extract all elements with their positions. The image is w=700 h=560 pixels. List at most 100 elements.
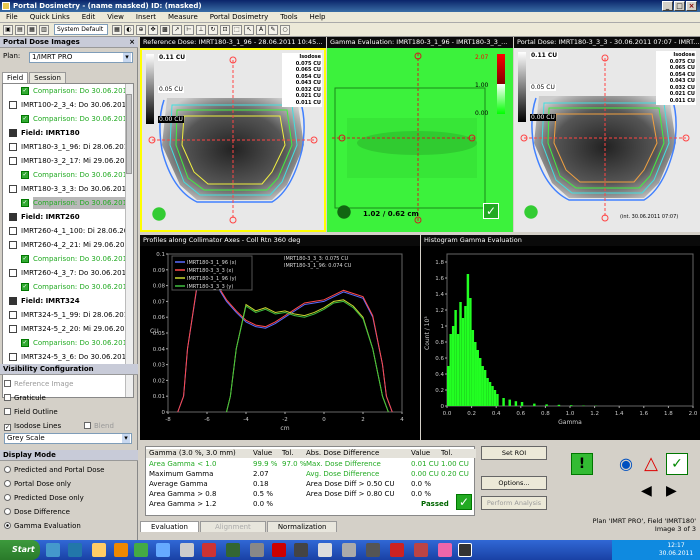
colormap-select[interactable]: Grey Scale ▾	[4, 433, 132, 444]
previous-arrow-icon[interactable]: ◀	[641, 483, 652, 499]
taskbar-app-icon[interactable]	[202, 543, 216, 557]
menu-view[interactable]: View	[101, 12, 130, 23]
text-icon[interactable]: A	[256, 25, 266, 35]
taskbar-app-icon[interactable]	[414, 543, 428, 557]
profile-chart[interactable]: 0.1 0.09 0.08 0.07 0.06 0.05 0.04 0.03 0.02 0.01 0…	[140, 246, 420, 440]
field-outline-checkbox[interactable]: Field Outline	[4, 407, 58, 418]
gamma-evaluation-image[interactable]: 2.07 1.00 0.00 1.02 / 0.62 cm ✓	[327, 48, 513, 232]
menu-file[interactable]: File	[0, 12, 24, 23]
grid-icon[interactable]: ▦	[112, 25, 122, 35]
taskbar-app-icon[interactable]	[390, 543, 404, 557]
tree-comparison-node[interactable]: ✓ Comparison: Do 30.06.2011	[21, 337, 131, 349]
display-mode-option[interactable]: Dose Difference	[4, 507, 70, 518]
tab-field[interactable]: Field	[2, 72, 29, 83]
display-mode-option[interactable]: Predicted Dose only	[4, 493, 84, 504]
tree-image-node[interactable]: IMRT180-3_2_17: Mi 29.06.201	[9, 155, 129, 167]
print-icon[interactable]: ▦	[27, 25, 37, 35]
tree-image-node[interactable]: IMRT180-3_1_96: Di 28.06.201	[9, 141, 128, 153]
menu-measure[interactable]: Measure	[162, 12, 204, 23]
start-button[interactable]: Start	[0, 540, 40, 560]
save-icon[interactable]: ▤	[15, 25, 25, 35]
window-level-icon[interactable]: ◐	[124, 25, 134, 35]
tree-image-node[interactable]: IMRT260-4_3_7: Do 30.06.201	[9, 267, 126, 279]
tree-scrollbar-thumb[interactable]	[126, 94, 132, 174]
plan-select[interactable]: 1/IMRT PRO ▾	[29, 52, 133, 63]
tree-image-node[interactable]: IMRT260-4_1_100: Di 28.06.201	[9, 225, 133, 237]
measure-icon[interactable]: ↗	[172, 25, 182, 35]
tree-field-node[interactable]: Field: IMRT260	[9, 211, 80, 223]
tree-comparison-node[interactable]: ✓ Comparison: Do 30.06.2011	[21, 197, 132, 209]
tree-field-node[interactable]: Field: IMRT180	[9, 127, 80, 139]
maximize-button[interactable]: □	[674, 1, 685, 11]
tree-image-node[interactable]: IMRT180-3_3_3: Do 30.06.201	[9, 183, 126, 195]
color-icon[interactable]: ▩	[160, 25, 170, 35]
open-icon[interactable]: ▣	[3, 25, 13, 35]
taskbar-app-icon[interactable]	[46, 543, 60, 557]
minimize-button[interactable]: _	[662, 1, 673, 11]
zoom-icon[interactable]: ⊕	[136, 25, 146, 35]
layout-select[interactable]: System Default ▾	[54, 24, 108, 42]
tree-image-node[interactable]: IMRT324-5_3_6: Do 30.06.201	[9, 351, 126, 363]
tab-session[interactable]: Session	[29, 72, 66, 83]
eye-icon[interactable]: ◉	[615, 453, 637, 475]
pan-icon[interactable]: ✥	[148, 25, 158, 35]
isodose-lines-checkbox[interactable]: ✓ Isodose Lines	[4, 421, 61, 432]
taskbar-app-icon[interactable]	[68, 543, 82, 557]
portal-dose-image[interactable]: 0.11 CU 0.05 CU 0.00 CU Isodose 0.075 CU…	[514, 48, 700, 232]
taskbar-app-icon[interactable]	[318, 543, 332, 557]
tree-image-node[interactable]: IMRT100-2_3_4: Do 30.06.201	[9, 99, 126, 111]
select-icon[interactable]: ⬚	[232, 25, 242, 35]
menu-edit[interactable]: Edit	[76, 12, 102, 23]
taskbar-app-icon[interactable]	[226, 543, 240, 557]
next-arrow-icon[interactable]: ▶	[666, 483, 677, 499]
options-button[interactable]: Options...	[481, 476, 547, 490]
tree-comparison-node[interactable]: ✓ Comparison: Do 30.06.2011	[21, 113, 131, 125]
taskbar-app-icon[interactable]	[272, 543, 286, 557]
tab-alignment[interactable]: Alignment	[199, 521, 266, 532]
reference-dose-image[interactable]: 0.11 CU 0.05 CU 0.00 CU Isodose 0.075 CU…	[140, 48, 326, 232]
taskbar-app-icon[interactable]	[180, 543, 194, 557]
profile-icon[interactable]: ⊢	[184, 25, 194, 35]
fit-icon[interactable]: ⊡	[220, 25, 230, 35]
taskbar-app-icon[interactable]	[342, 543, 356, 557]
tree-image-node[interactable]: IMRT324-5_1_99: Di 28.06.201	[9, 309, 128, 321]
tree-comparison-node[interactable]: ✓ Comparison: Do 30.06.2011	[21, 281, 131, 293]
tree-comparison-node[interactable]: ✓ Comparison: Do 30.06.2011	[21, 253, 131, 265]
tree-image-node[interactable]: IMRT260-4_2_21: Mi 29.06.201	[9, 239, 129, 251]
tab-evaluation[interactable]: Evaluation	[140, 521, 199, 532]
display-mode-option[interactable]: Gamma Evaluation	[4, 521, 81, 532]
reference-image-checkbox[interactable]: Reference Image	[4, 379, 73, 390]
taskbar-app-icon[interactable]	[134, 543, 148, 557]
taskbar-app-icon[interactable]	[156, 543, 170, 557]
reject-triangle-icon[interactable]: △	[640, 453, 662, 475]
display-mode-option[interactable]: Predicted and Portal Dose	[4, 465, 104, 476]
menu-quick-links[interactable]: Quick Links	[24, 12, 76, 23]
menu-portal-dosimetry[interactable]: Portal Dosimetry	[204, 12, 275, 23]
tool-icon[interactable]: ✎	[268, 25, 278, 35]
ellipse-icon[interactable]: ○	[280, 25, 290, 35]
chevron-down-icon[interactable]: ▾	[122, 434, 130, 443]
approve-check-icon[interactable]: ✓	[666, 453, 688, 475]
set-roi-button[interactable]: Set ROI	[481, 446, 547, 460]
taskbar-app-icon[interactable]	[92, 543, 106, 557]
display-mode-option[interactable]: Portal Dose only	[4, 479, 71, 490]
close-icon[interactable]: ×	[129, 37, 135, 48]
blend-checkbox[interactable]: Blend	[84, 421, 114, 432]
taskbar-app-icon[interactable]	[366, 543, 380, 557]
taskbar-app-icon[interactable]	[250, 543, 264, 557]
tree-comparison-node[interactable]: ✓ Comparison: Do 30.06.2011	[21, 85, 131, 97]
ruler-icon[interactable]: ⊥	[196, 25, 206, 35]
tree-field-node[interactable]: Field: IMRT324	[9, 295, 80, 307]
tab-normalization[interactable]: Normalization	[266, 521, 338, 532]
layout-icon[interactable]: ▥	[39, 25, 49, 35]
taskbar-app-icon[interactable]	[458, 543, 472, 557]
warning-green-icon[interactable]: !	[571, 453, 593, 475]
tree-scrollbar[interactable]	[125, 84, 133, 397]
tree-comparison-node[interactable]: ✓ Comparison: Do 30.06.2011	[21, 169, 131, 181]
perform-analysis-button[interactable]: Perform Analysis	[481, 496, 547, 510]
histogram-chart[interactable]: 1.8 1.6 1.4 1.2 1 0.8 0.6 0.4 0.2 0 0.0 0.2 0.4 0.6 0.…	[421, 246, 700, 440]
rotate-icon[interactable]: ↻	[208, 25, 218, 35]
chevron-down-icon[interactable]: ▾	[123, 53, 131, 62]
close-button[interactable]: ×	[686, 1, 697, 11]
graticule-checkbox[interactable]: Graticule	[4, 393, 46, 404]
